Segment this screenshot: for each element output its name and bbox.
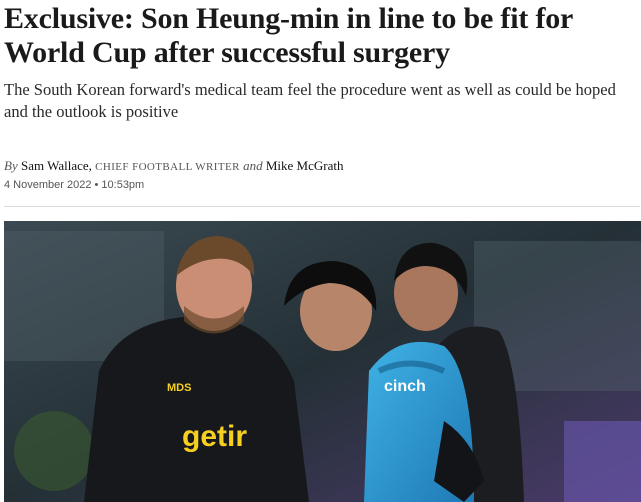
byline-and: and xyxy=(243,158,263,173)
byline-by: By xyxy=(4,158,18,173)
author-link-mike-mcgrath[interactable]: Mike McGrath xyxy=(266,158,344,173)
hero-photo-illustration: MDS getir cinch xyxy=(4,221,641,502)
headline-line-2: World Cup after successful surgery xyxy=(4,36,450,69)
headline-line-1: Exclusive: Son Heung-min in line to be f… xyxy=(4,2,574,35)
hero-photo[interactable]: MDS getir cinch xyxy=(4,221,641,502)
author-link-sam-wallace[interactable]: Sam Wallace, xyxy=(21,158,92,173)
staff-crest-text: MDS xyxy=(167,382,191,394)
standfirst-line-2: and the outlook is positive xyxy=(4,102,179,121)
byline: By Sam Wallace, CHIEF FOOTBALL WRITER an… xyxy=(4,157,634,176)
standfirst-line-1: The South Korean forward's medical team … xyxy=(4,80,616,99)
author-role: CHIEF FOOTBALL WRITER xyxy=(95,161,240,173)
article: Exclusive: Son Heung-min in line to be f… xyxy=(0,0,641,502)
article-headline: Exclusive: Son Heung-min in line to be f… xyxy=(4,2,634,70)
shirt-sponsor: cinch xyxy=(384,378,426,395)
publish-date: 4 November 2022 • 10:53pm xyxy=(4,179,145,191)
divider xyxy=(4,206,640,207)
article-standfirst: The South Korean forward's medical team … xyxy=(4,79,634,123)
sponsor-logo: getir xyxy=(182,420,247,453)
